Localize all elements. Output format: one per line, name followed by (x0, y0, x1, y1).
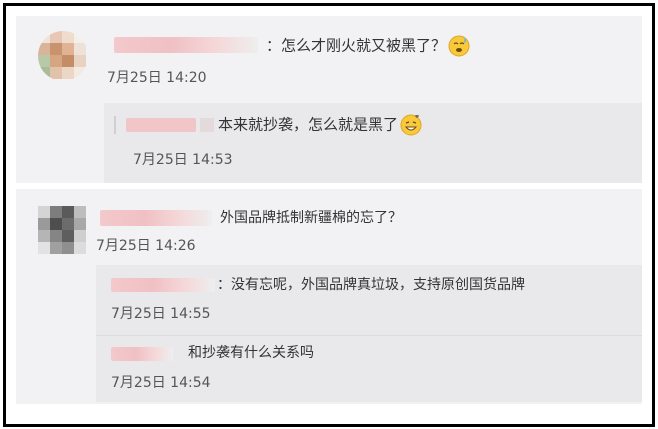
reply-block: 本来就抄袭，怎么就是黑了 7月25日 14:53 (104, 103, 642, 183)
blurred-username[interactable] (100, 210, 212, 226)
reply-block: 和抄袭有什么关系吗 7月25日 14:54 (96, 335, 642, 402)
grin-sweat-emoji-icon (400, 114, 422, 136)
timestamp: 7月25日 14:20 (107, 70, 207, 86)
reply-text: 和抄袭有什么关系吗 (188, 345, 314, 361)
avatar[interactable] (38, 206, 86, 254)
blurred-username[interactable] (111, 347, 173, 361)
comment-card: ：怎么才刚火就又被黑了？ 7月25日 14:20 本来就抄袭，怎么就是黑了 7月… (16, 16, 642, 183)
comment-text: 外国品牌抵制新疆棉的忘了？ (220, 210, 402, 226)
avatar[interactable] (38, 31, 88, 81)
sweat-smile-emoji-icon (448, 35, 470, 57)
comment-text: ：怎么才刚火就又被黑了？ (266, 35, 470, 57)
blurred-username[interactable] (114, 37, 258, 53)
reply-bar (114, 116, 116, 134)
timestamp: 7月25日 14:54 (111, 375, 211, 391)
timestamp: 7月25日 14:55 (111, 306, 211, 322)
timestamp: 7月25日 14:26 (96, 238, 196, 254)
blurred-username[interactable] (126, 118, 196, 132)
blurred-username[interactable] (111, 278, 215, 292)
reply-text: 本来就抄袭，怎么就是黑了 (218, 114, 422, 136)
timestamp: 7月25日 14:53 (133, 152, 233, 168)
screenshot-frame: ：怎么才刚火就又被黑了？ 7月25日 14:20 本来就抄袭，怎么就是黑了 7月… (3, 3, 655, 427)
reply-block: ：没有忘呢，外国品牌真垃圾，支持原创国货品牌 7月25日 14:55 (96, 265, 642, 335)
reply-text: ：没有忘呢，外国品牌真垃圾，支持原创国货品牌 (217, 277, 525, 293)
comment-card: 外国品牌抵制新疆棉的忘了？ 7月25日 14:26 ：没有忘呢，外国品牌真垃圾，… (16, 189, 642, 404)
